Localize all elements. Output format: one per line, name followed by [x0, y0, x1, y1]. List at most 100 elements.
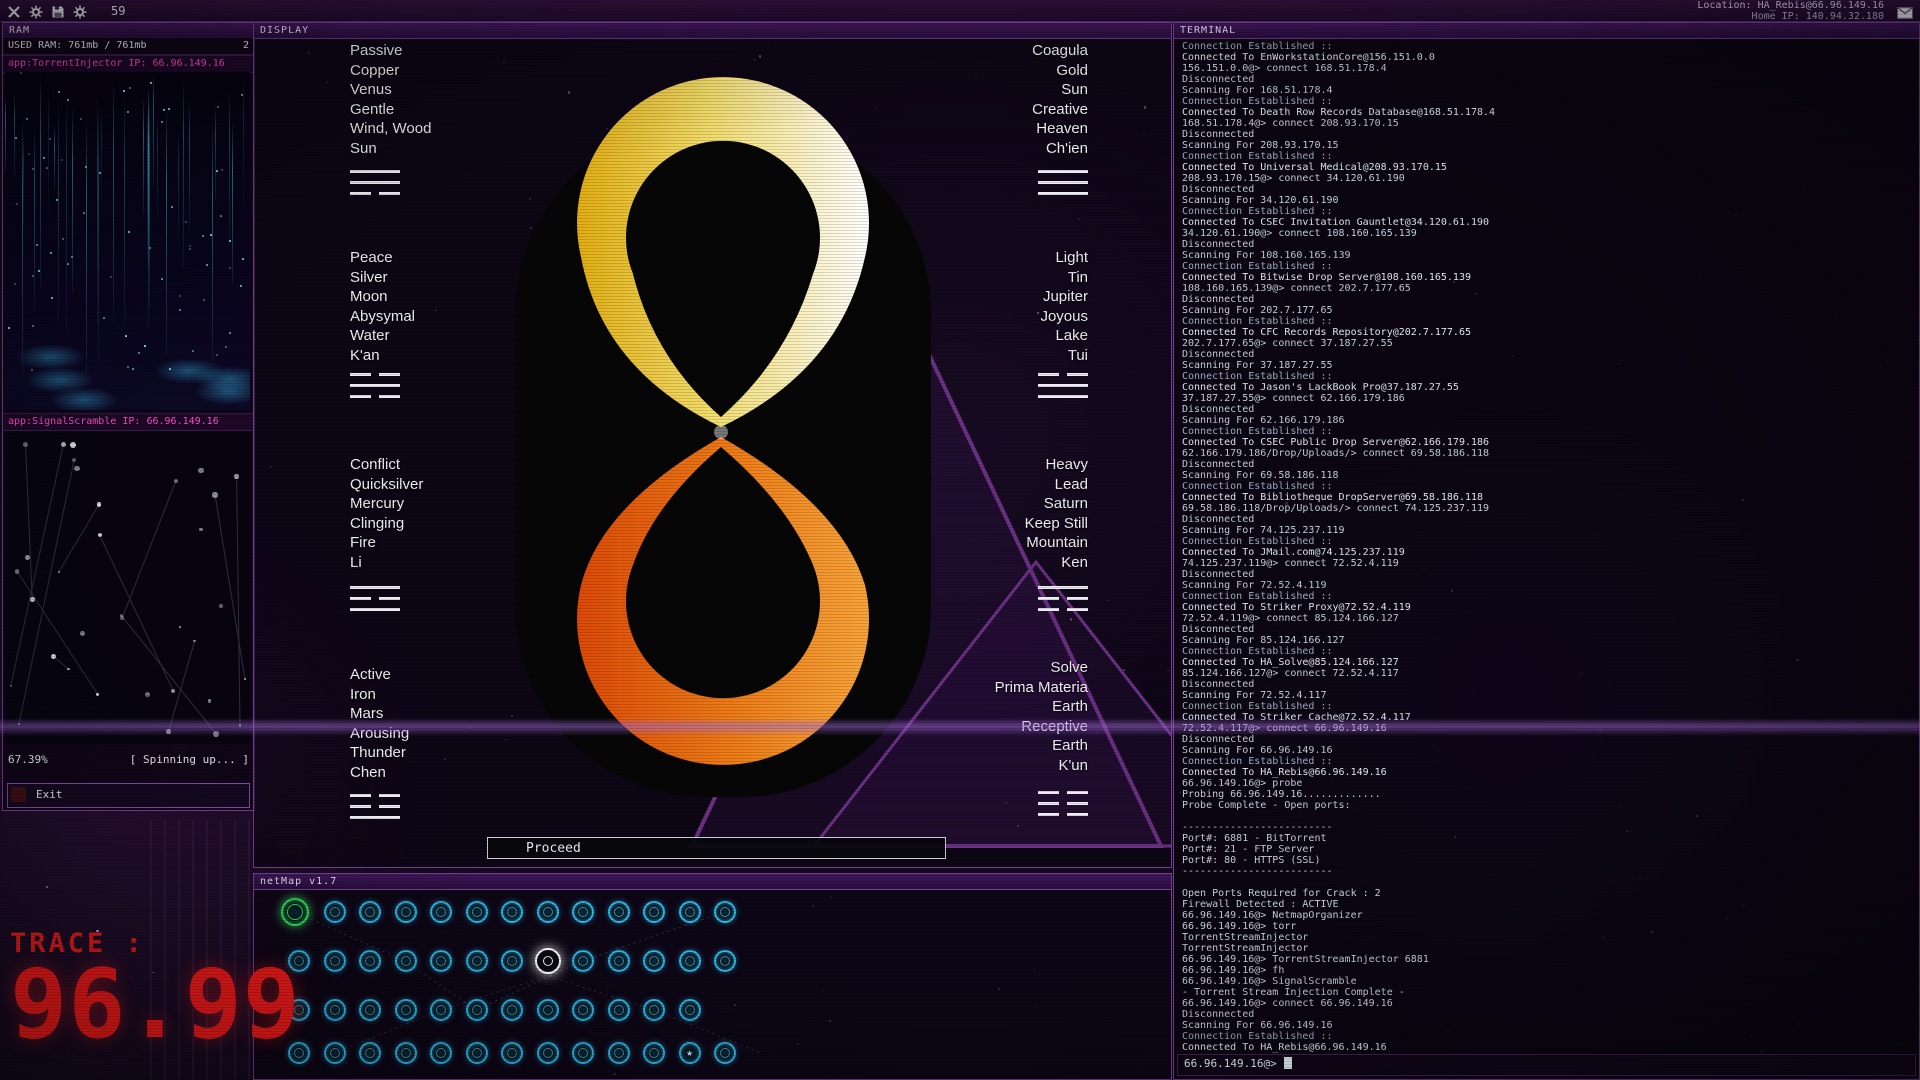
- display-word[interactable]: Passive: [350, 41, 431, 61]
- display-word[interactable]: Saturn: [1025, 494, 1088, 514]
- netmap-node[interactable]: [643, 901, 665, 923]
- netmap-node[interactable]: [395, 950, 417, 972]
- display-word[interactable]: Coagula: [1032, 41, 1088, 61]
- display-word[interactable]: Mercury: [350, 494, 423, 514]
- netmap-node[interactable]: [537, 901, 559, 923]
- gear-icon[interactable]: [29, 4, 43, 18]
- display-word[interactable]: Creative: [1032, 100, 1088, 120]
- display-word[interactable]: K'un: [995, 756, 1088, 776]
- display-word[interactable]: Lead: [1025, 475, 1088, 495]
- proceed-button[interactable]: Proceed: [487, 837, 946, 859]
- display-word[interactable]: Chen: [350, 763, 409, 783]
- netmap-node[interactable]: [501, 950, 523, 972]
- netmap-node-sel[interactable]: [535, 948, 561, 974]
- netmap-node[interactable]: [466, 999, 488, 1021]
- settings-gear-icon[interactable]: [73, 4, 87, 18]
- display-word[interactable]: Peace: [350, 248, 415, 268]
- netmap-node[interactable]: [501, 901, 523, 923]
- display-word[interactable]: Lake: [1040, 326, 1088, 346]
- display-word[interactable]: Jupiter: [1040, 287, 1088, 307]
- netmap-node[interactable]: [537, 1042, 559, 1064]
- display-word[interactable]: Mountain: [1025, 533, 1088, 553]
- terminal-input[interactable]: 66.96.149.16@>: [1177, 1054, 1916, 1076]
- close-icon[interactable]: [7, 4, 21, 18]
- display-word[interactable]: Water: [350, 326, 415, 346]
- netmap-node[interactable]: [359, 950, 381, 972]
- netmap-node[interactable]: [466, 950, 488, 972]
- display-word[interactable]: Light: [1040, 248, 1088, 268]
- display-word[interactable]: Arousing: [350, 724, 409, 744]
- display-word[interactable]: Sun: [350, 139, 431, 159]
- display-word[interactable]: Solve: [995, 658, 1088, 678]
- netmap-node[interactable]: [714, 901, 736, 923]
- netmap-node[interactable]: [608, 999, 630, 1021]
- netmap-node[interactable]: [643, 1042, 665, 1064]
- netmap-node[interactable]: [359, 1042, 381, 1064]
- display-word[interactable]: Ch'ien: [1032, 139, 1088, 159]
- display-word[interactable]: Receptive: [995, 717, 1088, 737]
- display-word[interactable]: Thunder: [350, 743, 409, 763]
- netmap-node[interactable]: [608, 1042, 630, 1064]
- display-word[interactable]: Wind, Wood: [350, 119, 431, 139]
- netmap-node[interactable]: [608, 901, 630, 923]
- netmap-node[interactable]: [395, 901, 417, 923]
- display-word[interactable]: Joyous: [1040, 307, 1088, 327]
- save-icon[interactable]: [51, 4, 65, 18]
- display-word[interactable]: Heaven: [1032, 119, 1088, 139]
- display-word[interactable]: Earth: [995, 697, 1088, 717]
- netmap-node[interactable]: [466, 901, 488, 923]
- display-word[interactable]: Abysymal: [350, 307, 415, 327]
- display-word[interactable]: Clinging: [350, 514, 423, 534]
- display-word[interactable]: Prima Materia: [995, 678, 1088, 698]
- display-word[interactable]: Iron: [350, 685, 409, 705]
- netmap-node-star[interactable]: ★: [679, 1042, 701, 1064]
- display-word[interactable]: Heavy: [1025, 455, 1088, 475]
- netmap-node[interactable]: [324, 901, 346, 923]
- display-word[interactable]: Tin: [1040, 268, 1088, 288]
- netmap-node[interactable]: [643, 999, 665, 1021]
- netmap-node[interactable]: [430, 950, 452, 972]
- app-row-torrentinjector[interactable]: app:TorrentInjector IP: 66.96.149.16: [3, 55, 254, 73]
- display-word[interactable]: Quicksilver: [350, 475, 423, 495]
- display-word[interactable]: Gentle: [350, 100, 431, 120]
- netmap-node[interactable]: [679, 999, 701, 1021]
- netmap-node[interactable]: [714, 950, 736, 972]
- netmap-node[interactable]: [359, 999, 381, 1021]
- netmap-node[interactable]: [359, 901, 381, 923]
- netmap-node[interactable]: [430, 901, 452, 923]
- display-word[interactable]: Active: [350, 665, 409, 685]
- netmap-node[interactable]: [714, 1042, 736, 1064]
- exit-button[interactable]: Exit: [7, 783, 250, 808]
- netmap-node[interactable]: [572, 901, 594, 923]
- netmap-node[interactable]: [643, 950, 665, 972]
- netmap-node[interactable]: [572, 999, 594, 1021]
- netmap-node[interactable]: [466, 1042, 488, 1064]
- display-word[interactable]: Moon: [350, 287, 415, 307]
- display-word[interactable]: K'an: [350, 346, 415, 366]
- display-word[interactable]: Ken: [1025, 553, 1088, 573]
- display-word[interactable]: Tui: [1040, 346, 1088, 366]
- netmap-node[interactable]: [608, 950, 630, 972]
- netmap-node-home[interactable]: [281, 898, 309, 926]
- netmap-node[interactable]: [572, 1042, 594, 1064]
- display-word[interactable]: Silver: [350, 268, 415, 288]
- netmap-node[interactable]: [572, 950, 594, 972]
- display-word[interactable]: Mars: [350, 704, 409, 724]
- display-word[interactable]: Keep Still: [1025, 514, 1088, 534]
- netmap-node[interactable]: [324, 950, 346, 972]
- display-word[interactable]: Copper: [350, 61, 431, 81]
- display-word[interactable]: Conflict: [350, 455, 423, 475]
- netmap-node[interactable]: [324, 999, 346, 1021]
- netmap-node[interactable]: [501, 999, 523, 1021]
- netmap-node[interactable]: [430, 999, 452, 1021]
- display-word[interactable]: Earth: [995, 736, 1088, 756]
- display-word[interactable]: Gold: [1032, 61, 1088, 81]
- netmap-node[interactable]: [679, 950, 701, 972]
- display-word[interactable]: Venus: [350, 80, 431, 100]
- display-word[interactable]: Sun: [1032, 80, 1088, 100]
- mail-icon[interactable]: [1897, 4, 1913, 23]
- display-word[interactable]: Fire: [350, 533, 423, 553]
- display-word[interactable]: Li: [350, 553, 423, 573]
- netmap-node[interactable]: [395, 1042, 417, 1064]
- app-row-signalscramble[interactable]: app:SignalScramble IP: 66.96.149.16: [3, 413, 254, 431]
